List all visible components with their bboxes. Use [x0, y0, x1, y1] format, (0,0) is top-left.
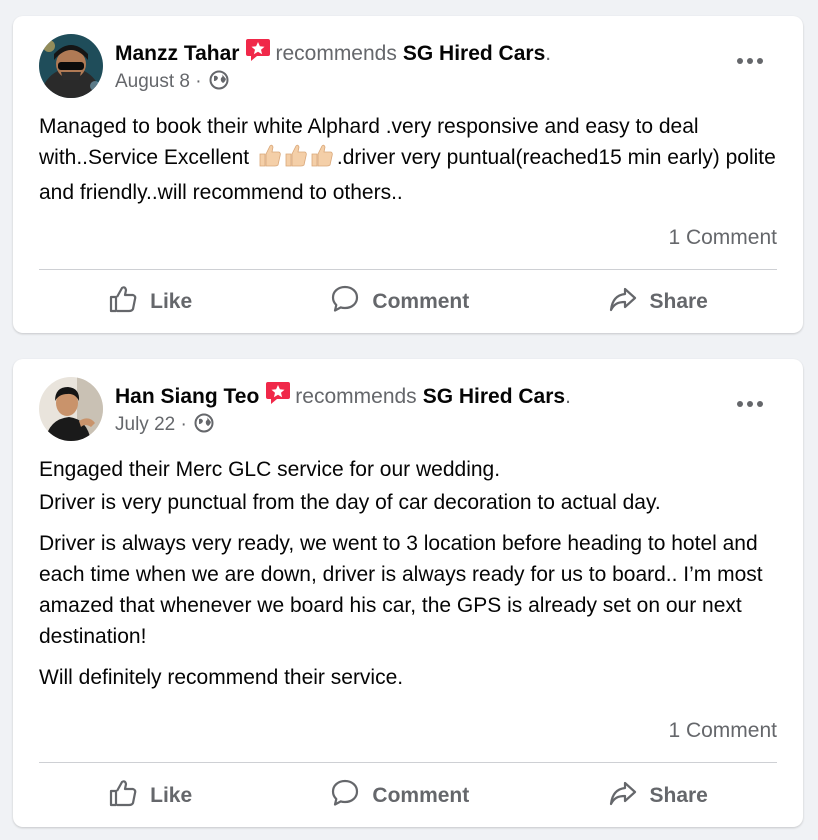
share-arrow-icon — [608, 778, 638, 814]
comment-count[interactable]: 1 Comment — [668, 718, 777, 744]
thumbs-up-icon — [108, 778, 138, 814]
globe-icon — [209, 70, 229, 97]
comment-label: Comment — [372, 784, 470, 807]
more-options-icon[interactable] — [737, 399, 763, 409]
author-avatar[interactable] — [39, 34, 103, 98]
comment-button[interactable]: Comment — [316, 278, 483, 326]
post-header: Han Siang Teo recommends SG Hired Cars. — [115, 380, 571, 413]
recommends-text: recommends — [275, 42, 397, 65]
post-meta: July 22 · — [115, 413, 214, 440]
author-name[interactable]: Han Siang Teo — [115, 385, 259, 408]
author-avatar[interactable] — [39, 377, 103, 441]
recommends-text: recommends — [295, 385, 417, 408]
divider — [39, 762, 777, 763]
post-paragraph: Managed to book their white Alphard .ver… — [39, 111, 789, 208]
share-button[interactable]: Share — [594, 278, 722, 326]
thumbs-up-icon — [108, 284, 138, 320]
comment-count[interactable]: 1 Comment — [668, 225, 777, 251]
post-date[interactable]: July 22 · — [115, 414, 187, 435]
post-paragraph: Will definitely recommend their service. — [39, 666, 404, 689]
share-label: Share — [649, 290, 708, 313]
page-name-link[interactable]: SG Hired Cars — [423, 385, 565, 408]
post-paragraph: Engaged their Merc GLC service for our w… — [39, 458, 501, 481]
globe-icon — [194, 413, 214, 440]
post-actions: Like Comment Share — [39, 771, 777, 821]
post-date[interactable]: August 8 · — [115, 71, 202, 92]
post-paragraph: Driver is always very ready, we went to … — [39, 532, 763, 648]
thumbs-up-emoji-icon — [257, 142, 335, 177]
like-button[interactable]: Like — [94, 278, 206, 326]
like-button[interactable]: Like — [94, 772, 206, 820]
header-period: . — [565, 385, 571, 408]
page-name-link[interactable]: SG Hired Cars — [403, 42, 545, 65]
header-period: . — [545, 42, 552, 65]
post-body: Managed to book their white Alphard .ver… — [39, 111, 789, 218]
share-arrow-icon — [608, 284, 638, 320]
post-paragraph: Driver is very punctual from the day of … — [39, 491, 661, 514]
share-label: Share — [649, 784, 708, 807]
post-header: Manzz Tahar recommends SG Hired Cars. — [115, 37, 551, 70]
post-actions: Like Comment Share — [39, 277, 777, 327]
post-card: Han Siang Teo recommends SG Hired Cars. Ju… — [13, 359, 803, 827]
recommend-star-icon — [245, 37, 271, 70]
comment-label: Comment — [372, 290, 470, 313]
comment-button[interactable]: Comment — [316, 772, 483, 820]
comment-bubble-icon — [330, 778, 360, 814]
like-label: Like — [150, 784, 193, 807]
author-name[interactable]: Manzz Tahar — [115, 42, 239, 65]
share-button[interactable]: Share — [594, 772, 722, 820]
comment-bubble-icon — [330, 284, 360, 320]
post-card: Manzz Tahar recommends SG Hired Cars. Augu… — [13, 16, 803, 333]
recommend-star-icon — [265, 380, 291, 413]
divider — [39, 269, 777, 270]
post-body: Engaged their Merc GLC service for our w… — [39, 454, 789, 703]
post-meta: August 8 · — [115, 70, 229, 97]
more-options-icon[interactable] — [737, 56, 763, 66]
like-label: Like — [150, 290, 193, 313]
